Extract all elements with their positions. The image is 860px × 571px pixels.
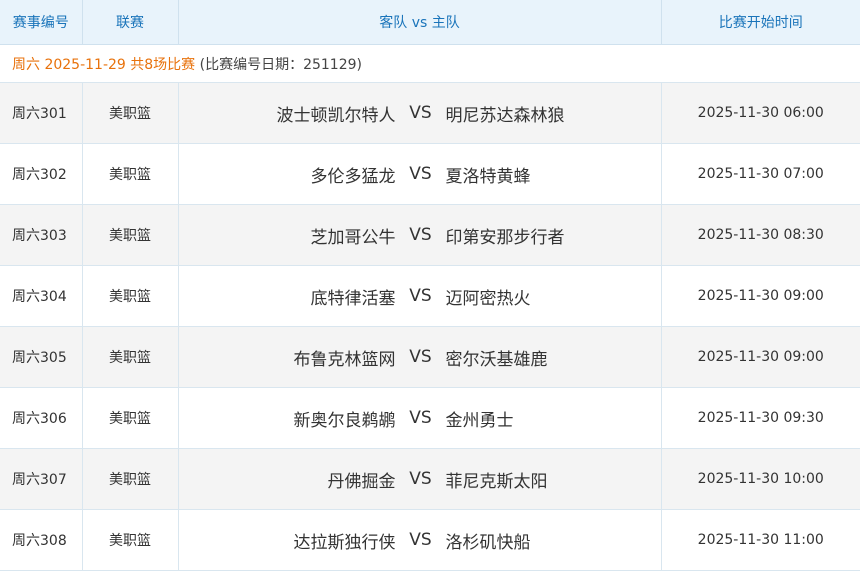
match-start-time: 2025-11-30 08:30 bbox=[661, 204, 860, 266]
match-teams: 丹佛掘金 VS 菲尼克斯太阳 bbox=[178, 448, 662, 510]
date-group-cell: 周六 2025-11-29 共8场比赛 (比赛编号日期：251129) bbox=[0, 44, 860, 83]
away-team: 达拉斯独行侠 bbox=[293, 532, 396, 553]
date-group-row: 周六 2025-11-29 共8场比赛 (比赛编号日期：251129) bbox=[0, 44, 860, 83]
match-row: 周六305 美职篮 布鲁克林篮网 VS 密尔沃基雄鹿 2025-11-30 09… bbox=[0, 326, 860, 388]
home-team: 夏洛特黄蜂 bbox=[445, 166, 531, 187]
match-row: 周六302 美职篮 多伦多猛龙 VS 夏洛特黄蜂 2025-11-30 07:0… bbox=[0, 143, 860, 205]
match-start-time: 2025-11-30 09:00 bbox=[661, 265, 860, 327]
match-teams: 新奥尔良鹈鹕 VS 金州勇士 bbox=[178, 387, 662, 449]
home-team: 明尼苏达森林狼 bbox=[445, 105, 565, 126]
away-team: 布鲁克林篮网 bbox=[293, 349, 396, 370]
match-id: 周六303 bbox=[0, 204, 83, 266]
away-team: 丹佛掘金 bbox=[327, 471, 396, 492]
match-schedule-table: 赛事编号 联赛 客队 vs 主队 比赛开始时间 周六 2025-11-29 共8… bbox=[0, 0, 860, 571]
vs-label: VS bbox=[409, 164, 432, 184]
match-start-time: 2025-11-30 09:30 bbox=[661, 387, 860, 449]
away-team: 芝加哥公牛 bbox=[310, 227, 396, 248]
match-start-time: 2025-11-30 09:00 bbox=[661, 326, 860, 388]
vs-label: VS bbox=[409, 408, 432, 428]
header-teams: 客队 vs 主队 bbox=[178, 0, 662, 45]
match-start-time: 2025-11-30 11:00 bbox=[661, 509, 860, 571]
match-teams: 达拉斯独行侠 VS 洛杉矶快船 bbox=[178, 509, 662, 571]
match-start-time: 2025-11-30 10:00 bbox=[661, 448, 860, 510]
vs-label: VS bbox=[409, 225, 432, 245]
date-group-title: 周六 2025-11-29 共8场比赛 bbox=[12, 56, 196, 73]
header-match-id: 赛事编号 bbox=[0, 0, 83, 45]
vs-label: VS bbox=[409, 469, 432, 489]
match-id: 周六308 bbox=[0, 509, 83, 571]
vs-label: VS bbox=[409, 530, 432, 550]
home-team: 印第安那步行者 bbox=[445, 227, 565, 248]
match-league: 美职篮 bbox=[82, 326, 179, 388]
match-id: 周六307 bbox=[0, 448, 83, 510]
home-team: 密尔沃基雄鹿 bbox=[445, 349, 548, 370]
match-id: 周六302 bbox=[0, 143, 83, 205]
away-team: 底特律活塞 bbox=[310, 288, 396, 309]
match-row: 周六303 美职篮 芝加哥公牛 VS 印第安那步行者 2025-11-30 08… bbox=[0, 204, 860, 266]
match-row: 周六306 美职篮 新奥尔良鹈鹕 VS 金州勇士 2025-11-30 09:3… bbox=[0, 387, 860, 449]
vs-label: VS bbox=[409, 103, 432, 123]
match-id: 周六305 bbox=[0, 326, 83, 388]
table-header-row: 赛事编号 联赛 客队 vs 主队 比赛开始时间 bbox=[0, 0, 860, 45]
match-row: 周六304 美职篮 底特律活塞 VS 迈阿密热火 2025-11-30 09:0… bbox=[0, 265, 860, 327]
match-start-time: 2025-11-30 06:00 bbox=[661, 82, 860, 144]
away-team: 新奥尔良鹈鹕 bbox=[293, 410, 396, 431]
date-group-code: (比赛编号日期：251129) bbox=[199, 56, 362, 73]
match-teams: 底特律活塞 VS 迈阿密热火 bbox=[178, 265, 662, 327]
home-team: 菲尼克斯太阳 bbox=[445, 471, 548, 492]
match-league: 美职篮 bbox=[82, 448, 179, 510]
match-row: 周六308 美职篮 达拉斯独行侠 VS 洛杉矶快船 2025-11-30 11:… bbox=[0, 509, 860, 571]
match-id: 周六301 bbox=[0, 82, 83, 144]
vs-label: VS bbox=[409, 347, 432, 367]
match-league: 美职篮 bbox=[82, 509, 179, 571]
match-league: 美职篮 bbox=[82, 82, 179, 144]
header-start-time: 比赛开始时间 bbox=[661, 0, 860, 45]
match-teams: 波士顿凯尔特人 VS 明尼苏达森林狼 bbox=[178, 82, 662, 144]
home-team: 金州勇士 bbox=[445, 410, 514, 431]
header-league: 联赛 bbox=[82, 0, 179, 45]
match-teams: 布鲁克林篮网 VS 密尔沃基雄鹿 bbox=[178, 326, 662, 388]
vs-label: VS bbox=[409, 286, 432, 306]
match-league: 美职篮 bbox=[82, 143, 179, 205]
match-start-time: 2025-11-30 07:00 bbox=[661, 143, 860, 205]
match-teams: 芝加哥公牛 VS 印第安那步行者 bbox=[178, 204, 662, 266]
home-team: 迈阿密热火 bbox=[445, 288, 531, 309]
match-teams: 多伦多猛龙 VS 夏洛特黄蜂 bbox=[178, 143, 662, 205]
away-team: 波士顿凯尔特人 bbox=[276, 105, 396, 126]
match-league: 美职篮 bbox=[82, 387, 179, 449]
match-row: 周六301 美职篮 波士顿凯尔特人 VS 明尼苏达森林狼 2025-11-30 … bbox=[0, 82, 860, 144]
match-league: 美职篮 bbox=[82, 204, 179, 266]
match-league: 美职篮 bbox=[82, 265, 179, 327]
match-id: 周六306 bbox=[0, 387, 83, 449]
match-id: 周六304 bbox=[0, 265, 83, 327]
away-team: 多伦多猛龙 bbox=[310, 166, 396, 187]
home-team: 洛杉矶快船 bbox=[445, 532, 531, 553]
match-row: 周六307 美职篮 丹佛掘金 VS 菲尼克斯太阳 2025-11-30 10:0… bbox=[0, 448, 860, 510]
